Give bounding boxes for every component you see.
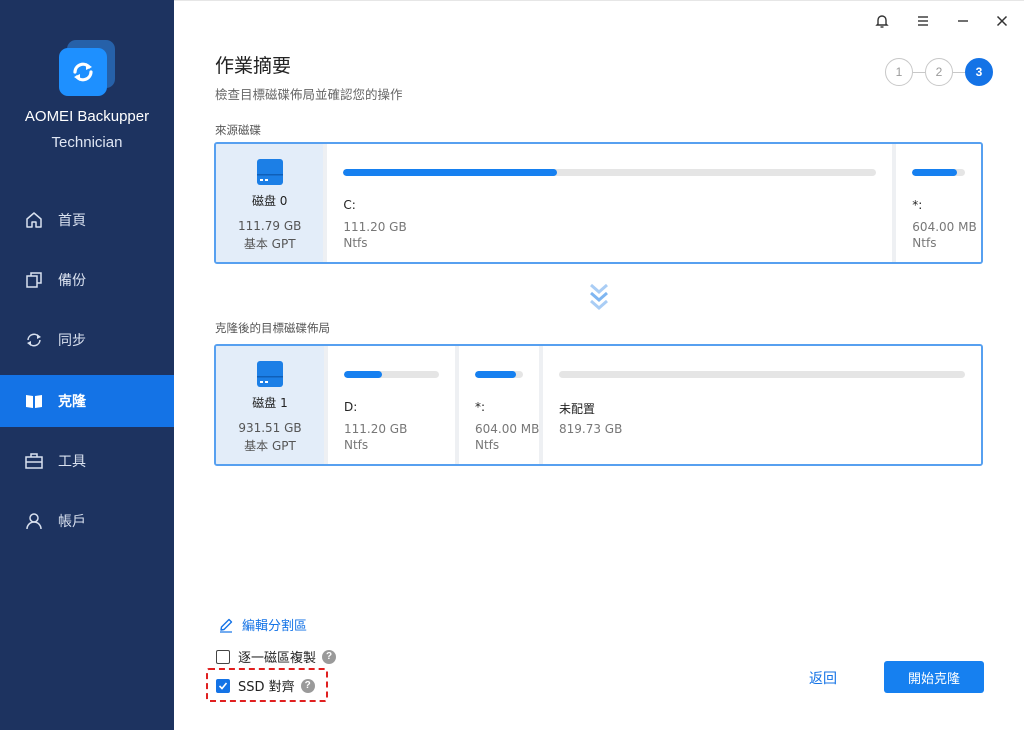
nav-item-clone[interactable]: 克隆 xyxy=(0,375,174,427)
step-3: 3 xyxy=(965,58,993,86)
menu-button[interactable] xyxy=(912,10,934,32)
partition-filesystem: Ntfs xyxy=(475,438,500,452)
usage-bar xyxy=(343,169,877,176)
account-icon xyxy=(24,511,44,531)
partition-filesystem: Ntfs xyxy=(912,236,937,250)
close-button[interactable] xyxy=(991,10,1013,32)
partition-letter: C: xyxy=(343,198,356,212)
step-connector xyxy=(953,71,965,73)
page-title: 作業摘要 xyxy=(215,55,292,77)
ssd-align-label: SSD 對齊 xyxy=(238,680,295,695)
partition-system[interactable]: *: 604.00 MB Ntfs xyxy=(896,144,981,262)
double-chevron-down-icon xyxy=(590,283,608,310)
nav-label: 備份 xyxy=(58,273,86,289)
nav-item-account[interactable]: 帳戶 xyxy=(0,495,174,547)
usage-bar xyxy=(912,169,965,176)
disk-type: 基本 GPT xyxy=(243,237,296,251)
partition-letter: D: xyxy=(344,400,358,414)
partition-size: 111.20 GB xyxy=(343,220,407,234)
toolbox-icon xyxy=(24,451,44,471)
partition-size: 819.73 GB xyxy=(559,422,623,436)
app-logo xyxy=(57,40,117,100)
nav-label: 首頁 xyxy=(58,213,86,229)
step-indicator: 1 2 3 xyxy=(885,58,993,86)
nav-item-sync[interactable]: 同步 xyxy=(0,314,174,366)
close-icon xyxy=(996,15,1008,27)
sidebar: AOMEI Backupper Technician 首頁 備份 同步 克隆 工… xyxy=(0,0,174,730)
top-border xyxy=(174,0,1024,1)
ssd-align-checkbox[interactable] xyxy=(216,678,230,693)
source-disk-label: 來源磁碟 xyxy=(215,123,261,137)
nav-label: 同步 xyxy=(58,333,86,349)
partition-letter: 未配置 xyxy=(559,402,596,416)
edit-pencil-icon xyxy=(220,618,233,633)
nav-item-tools[interactable]: 工具 xyxy=(0,435,174,487)
target-disk-info: 磁盘 1 931.51 GB 基本 GPT xyxy=(216,346,324,464)
partition-d[interactable]: D: 111.20 GB Ntfs xyxy=(328,346,455,464)
step-1: 1 xyxy=(885,58,913,86)
hard-disk-icon xyxy=(256,159,283,185)
brand-name: AOMEI Backupper xyxy=(24,108,150,125)
usage-bar xyxy=(559,371,965,378)
disk-name: 磁盘 0 xyxy=(251,194,288,208)
nav-label: 工具 xyxy=(58,454,86,470)
usage-fill xyxy=(475,371,516,378)
partition-c[interactable]: C: 111.20 GB Ntfs xyxy=(327,144,893,262)
nav-item-backup[interactable]: 備份 xyxy=(0,254,174,306)
partition-filesystem: Ntfs xyxy=(344,438,369,452)
sector-by-sector-checkbox[interactable] xyxy=(216,649,230,664)
partition-size: 604.00 MB xyxy=(912,220,977,234)
partition-unallocated[interactable]: 未配置 819.73 GB xyxy=(543,346,981,464)
step-connector xyxy=(913,71,925,73)
usage-bar xyxy=(475,371,523,378)
brand-edition: Technician xyxy=(51,134,123,151)
step-2: 2 xyxy=(925,58,953,86)
sync-logo-icon xyxy=(73,62,93,82)
app-window: AOMEI Backupper Technician 首頁 備份 同步 克隆 工… xyxy=(0,0,1024,730)
hard-disk-icon xyxy=(257,361,283,387)
ssd-align-option: SSD 對齊 ? xyxy=(216,676,315,695)
nav-label: 克隆 xyxy=(58,394,86,410)
usage-bar xyxy=(344,371,439,378)
partition-filesystem: Ntfs xyxy=(343,236,368,250)
back-button[interactable]: 返回 xyxy=(809,668,837,688)
edit-partition-link[interactable]: 編輯分割區 xyxy=(218,615,307,634)
partition-letter: *: xyxy=(475,400,486,414)
help-icon[interactable]: ? xyxy=(322,649,337,664)
start-clone-button[interactable]: 開始克隆 xyxy=(884,661,984,693)
backup-icon xyxy=(24,270,44,290)
partition-size: 111.20 GB xyxy=(344,422,408,436)
minimize-button[interactable] xyxy=(952,10,974,32)
partition-system[interactable]: *: 604.00 MB Ntfs xyxy=(459,346,539,464)
disk-size: 931.51 GB xyxy=(238,421,302,435)
usage-fill xyxy=(343,169,557,176)
checkmark-icon xyxy=(218,681,228,690)
sector-by-sector-label: 逐一磁區複製 xyxy=(238,651,317,666)
minimize-icon xyxy=(958,20,968,22)
target-disk-label: 克隆後的目標磁碟佈局 xyxy=(215,321,330,335)
clone-icon xyxy=(24,391,44,411)
disk-type: 基本 GPT xyxy=(244,439,296,453)
usage-fill xyxy=(912,169,958,176)
sync-icon xyxy=(24,330,44,350)
notification-button[interactable] xyxy=(871,10,893,32)
help-icon[interactable]: ? xyxy=(300,678,315,693)
page-subtitle: 檢查目標磁碟佈局並確認您的操作 xyxy=(215,87,403,102)
partition-letter: *: xyxy=(912,198,923,212)
nav-label: 帳戶 xyxy=(58,514,86,530)
source-disk-panel[interactable]: 磁盘 0 111.79 GB 基本 GPT C: 111.20 GB Ntfs … xyxy=(214,142,983,264)
source-disk-info: 磁盘 0 111.79 GB 基本 GPT xyxy=(216,144,324,262)
edit-partition-label: 編輯分割區 xyxy=(242,619,308,634)
usage-fill xyxy=(344,371,382,378)
menu-icon xyxy=(918,16,928,26)
target-disk-panel[interactable]: 磁盘 1 931.51 GB 基本 GPT D: 111.20 GB Ntfs … xyxy=(214,344,983,466)
home-icon xyxy=(24,210,44,230)
disk-name: 磁盘 1 xyxy=(252,396,288,410)
partition-size: 604.00 MB xyxy=(475,422,540,436)
sector-by-sector-option: 逐一磁區複製 ? xyxy=(216,647,337,666)
nav-item-home[interactable]: 首頁 xyxy=(0,194,174,246)
disk-size: 111.79 GB xyxy=(238,219,302,233)
bell-icon xyxy=(875,15,889,28)
